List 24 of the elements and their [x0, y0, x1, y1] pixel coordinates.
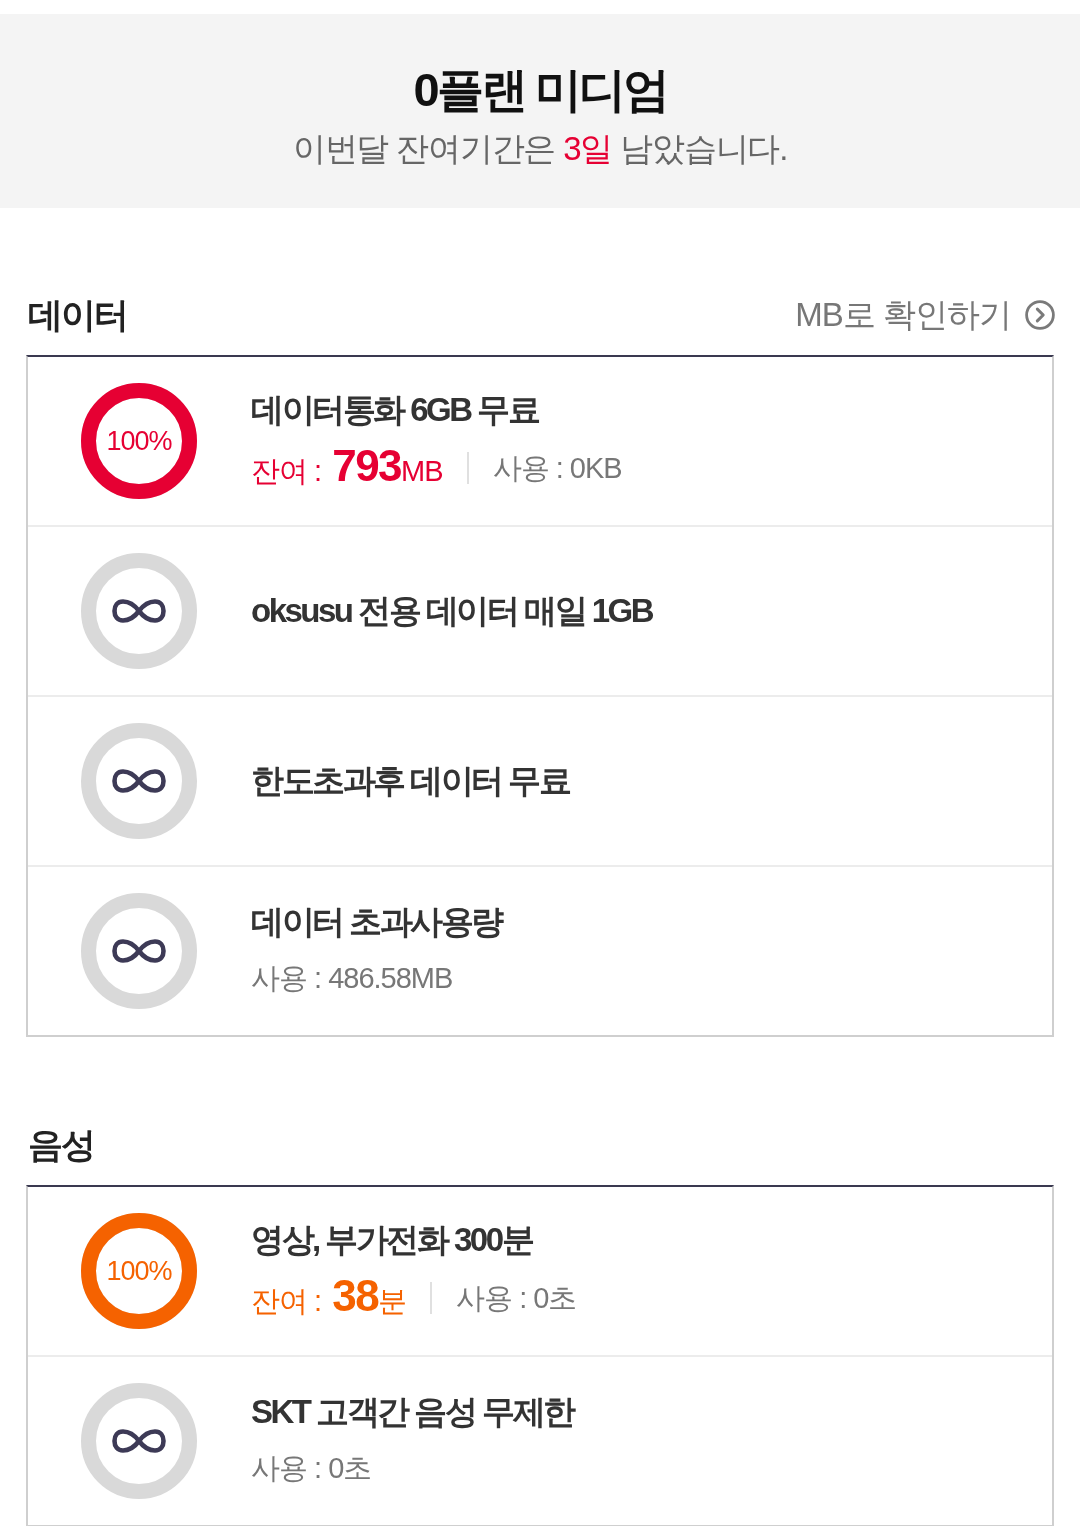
- item-title: oksusu 전용 데이터 매일 1GB: [251, 591, 653, 631]
- item-title: 데이터통화 6GB 무료: [251, 389, 540, 430]
- usage-text: 사용 : 0초: [456, 1281, 577, 1316]
- remaining-period-notice: 이번달 잔여기간은 3일 남았습니다.: [292, 129, 788, 169]
- item-title: 영상, 부가전화 300분: [251, 1219, 534, 1260]
- plan-name: 0플랜 미디엄: [413, 62, 667, 118]
- infinity-icon: [81, 553, 197, 669]
- infinity-icon: [81, 1383, 197, 1499]
- percent-label: 100%: [106, 425, 172, 457]
- remaining-amount: 잔여 : 38분: [251, 1270, 407, 1322]
- item-title: SKT 고객간 음성 무제한: [251, 1392, 574, 1432]
- percent-label: 100%: [106, 1255, 172, 1287]
- infinity-icon: [81, 723, 197, 839]
- infinity-icon: [81, 893, 197, 1009]
- usage-text: 사용 : 0초: [251, 1451, 372, 1486]
- remaining-amount: 잔여 : 793MB: [251, 440, 443, 492]
- section-title: 음성: [28, 1123, 94, 1166]
- usage-text: 사용 : 486.58MB: [251, 961, 453, 996]
- item-title: 한도초과후 데이터 무료: [251, 761, 570, 801]
- section-title: 데이터: [28, 293, 127, 336]
- item-title: 데이터 초과사용량: [251, 902, 502, 942]
- usage-text: 사용 : 0KB: [492, 451, 622, 486]
- chevron-circle-icon: [1025, 300, 1055, 330]
- mb-view-link[interactable]: MB로 확인하기: [795, 292, 1055, 338]
